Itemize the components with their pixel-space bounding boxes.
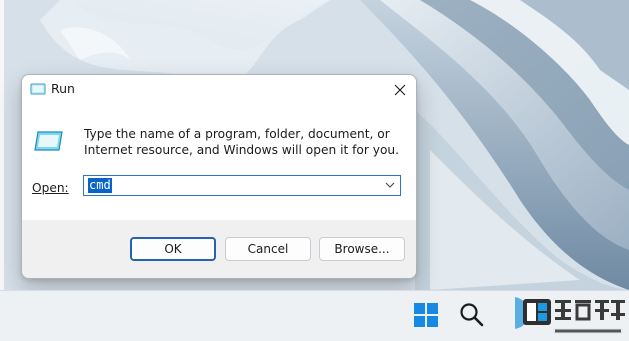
run-app-icon [30, 83, 46, 95]
open-combobox[interactable]: cmd [83, 175, 401, 196]
dialog-title: Run [51, 81, 75, 96]
dialog-description: Type the name of a program, folder, docu… [84, 127, 400, 157]
close-icon [394, 84, 406, 95]
run-icon [34, 131, 63, 151]
dialog-content: Type the name of a program, folder, docu… [22, 104, 416, 220]
chevron-down-icon[interactable] [384, 179, 396, 191]
ok-button[interactable]: OK [130, 237, 216, 261]
search-icon[interactable] [458, 301, 486, 329]
wallpaper-edge [0, 0, 4, 290]
title-bar[interactable]: Run [22, 75, 416, 104]
brand-watermark-logo [515, 297, 625, 334]
close-button[interactable] [384, 75, 416, 104]
browse-button[interactable]: Browse... [319, 237, 405, 261]
open-label-text: Open: [32, 181, 69, 195]
run-dialog: Run Type the name of a program, folder, … [21, 74, 417, 279]
button-bar: OK Cancel Browse... [22, 220, 416, 278]
open-label: Open: [32, 181, 69, 195]
cancel-button[interactable]: Cancel [225, 237, 311, 261]
windows-start-icon[interactable] [412, 301, 440, 329]
open-input-value[interactable]: cmd [88, 178, 112, 193]
